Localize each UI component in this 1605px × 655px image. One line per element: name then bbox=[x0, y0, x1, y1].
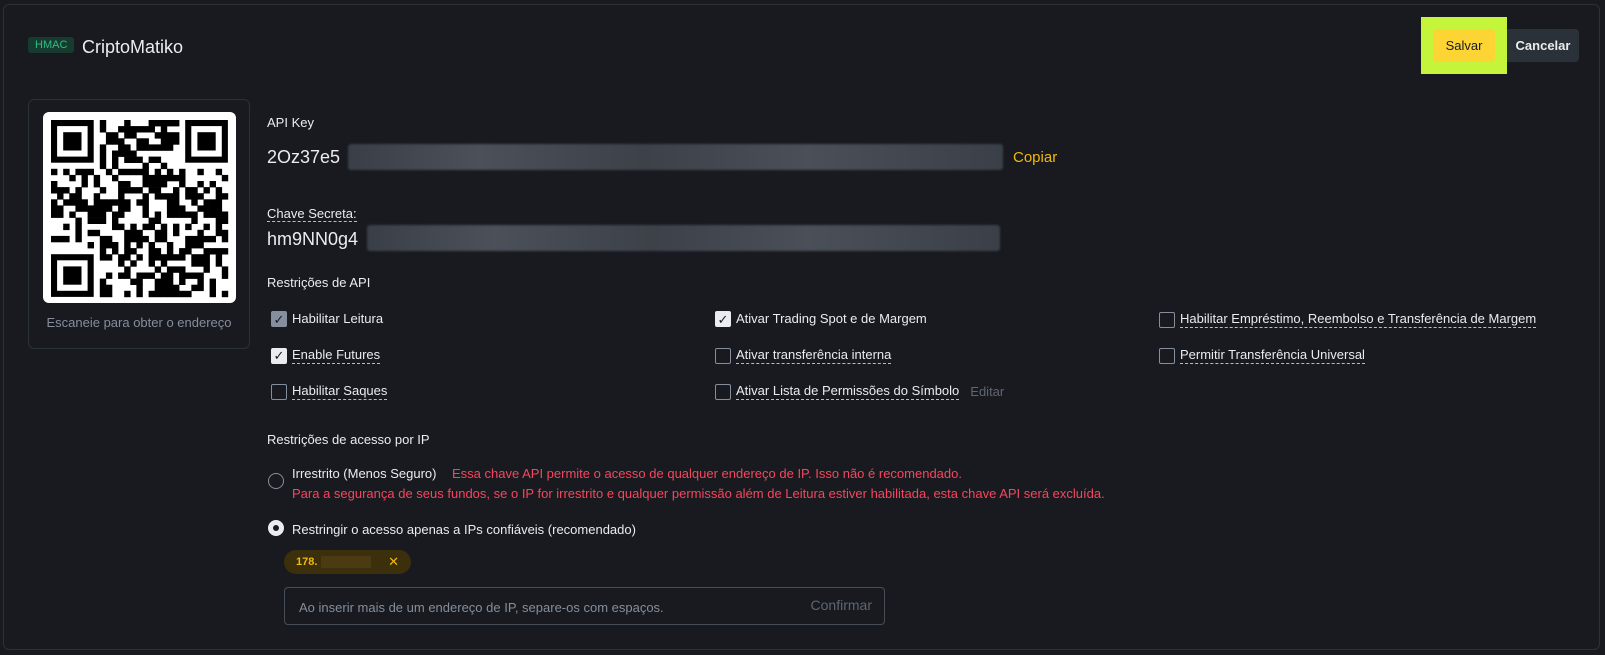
perm-enable-reading[interactable]: ✓ Habilitar Leitura bbox=[271, 311, 383, 327]
checkbox[interactable] bbox=[715, 383, 731, 400]
secret-key-value: hm9NN0g4 bbox=[267, 229, 359, 249]
check-icon[interactable]: ✓ bbox=[715, 311, 731, 327]
perm-label: Habilitar Empréstimo, Reembolso e Transf… bbox=[1180, 311, 1537, 328]
radio-unrestricted[interactable] bbox=[268, 473, 284, 489]
checkbox[interactable] bbox=[1159, 347, 1175, 364]
qr-code bbox=[43, 112, 236, 303]
perm-enable-withdrawals[interactable]: Habilitar Saques bbox=[271, 383, 388, 400]
ip-input[interactable] bbox=[297, 588, 781, 626]
perm-label: Permitir Transferência Universal bbox=[1180, 347, 1365, 364]
perm-enable-futures[interactable]: ✓ Enable Futures bbox=[271, 347, 381, 364]
perm-internal-transfer[interactable]: Ativar transferência interna bbox=[715, 347, 892, 364]
unrestricted-label: Irrestrito (Menos Seguro) bbox=[292, 466, 437, 481]
copy-api-key-link[interactable]: Copiar bbox=[1013, 149, 1057, 166]
ip-chip-value: 178. bbox=[296, 556, 318, 568]
edit-whitelist-link[interactable]: Editar bbox=[970, 384, 1004, 399]
radio-restricted[interactable] bbox=[268, 520, 284, 536]
perm-universal-transfer[interactable]: Permitir Transferência Universal bbox=[1159, 347, 1365, 364]
confirm-ip-button[interactable]: Confirmar bbox=[811, 597, 872, 613]
api-restrictions-title: Restrições de API bbox=[267, 275, 371, 290]
check-icon[interactable]: ✓ bbox=[271, 347, 287, 364]
checkbox[interactable] bbox=[715, 347, 731, 364]
perm-margin-loan-transfer[interactable]: Habilitar Empréstimo, Reembolso e Transf… bbox=[1159, 311, 1537, 328]
perm-symbol-whitelist[interactable]: Ativar Lista de Permissões do Símbolo Ed… bbox=[715, 383, 1004, 400]
perm-label: Ativar Lista de Permissões do Símbolo bbox=[736, 383, 960, 400]
ip-chip: 178. ✕ bbox=[284, 550, 411, 574]
api-key-masked bbox=[348, 144, 1003, 170]
perm-label: Enable Futures bbox=[292, 347, 381, 364]
check-icon[interactable]: ✓ bbox=[271, 311, 287, 327]
secret-key-masked bbox=[367, 225, 1000, 251]
ip-restrictions-title: Restrições de acesso por IP bbox=[267, 432, 430, 447]
qr-code-image bbox=[51, 120, 229, 298]
ip-input-field: Confirmar bbox=[284, 587, 885, 626]
qr-caption: Escaneie para obter o endereço bbox=[46, 315, 232, 330]
perm-label: Ativar Trading Spot e de Margem bbox=[736, 311, 927, 326]
checkbox[interactable] bbox=[1159, 311, 1175, 328]
perm-label: Habilitar Leitura bbox=[292, 311, 384, 326]
unrestricted-warning: Essa chave API permite o acesso de qualq… bbox=[452, 466, 962, 481]
qr-card: Escaneie para obter o endereço bbox=[28, 99, 250, 349]
perm-spot-margin-trading[interactable]: ✓ Ativar Trading Spot e de Margem bbox=[715, 311, 927, 327]
api-key-label: API Key bbox=[267, 115, 314, 130]
restricted-label: Restringir o acesso apenas a IPs confiáv… bbox=[292, 522, 636, 537]
api-key-title: CriptoMatiko bbox=[82, 37, 184, 57]
perm-label: Ativar transferência interna bbox=[736, 347, 892, 364]
cancel-button[interactable]: Cancelar bbox=[1507, 29, 1579, 62]
unrestricted-warning-detail: Para a segurança de seus fundos, se o IP… bbox=[292, 486, 1105, 501]
checkbox[interactable] bbox=[271, 383, 287, 400]
close-icon[interactable]: ✕ bbox=[388, 554, 399, 570]
api-key-value: 2Oz37e5 bbox=[267, 147, 341, 167]
secret-key-label: Chave Secreta: bbox=[267, 206, 357, 222]
save-button[interactable]: Salvar bbox=[1433, 29, 1495, 62]
perm-label: Habilitar Saques bbox=[292, 383, 388, 400]
ip-chip-masked bbox=[321, 556, 372, 568]
hmac-tag: HMAC bbox=[28, 37, 75, 53]
